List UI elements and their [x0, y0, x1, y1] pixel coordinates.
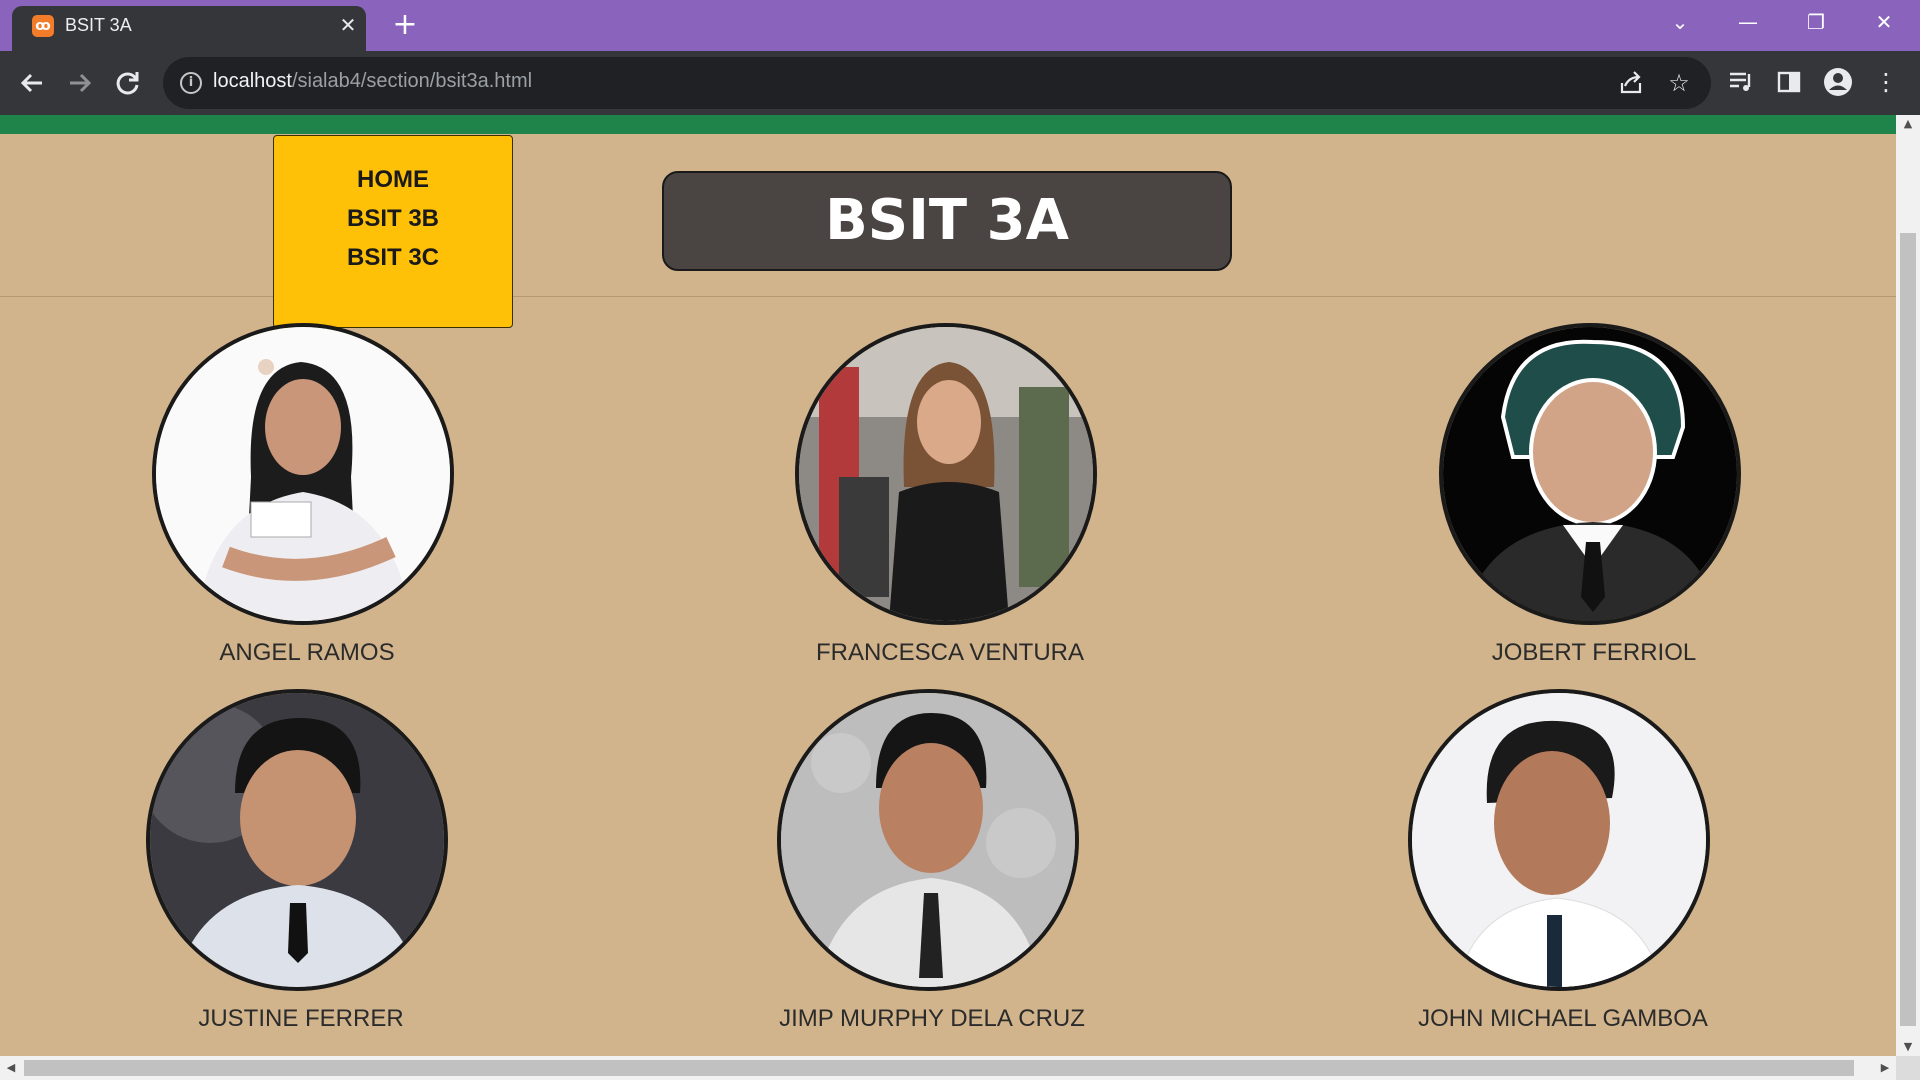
url-path: /sialab4/section/bsit3a.html — [291, 70, 533, 92]
new-tab-icon[interactable]: + — [389, 10, 421, 42]
student-photo — [146, 689, 448, 991]
student-photo — [1408, 689, 1710, 991]
student-name: ANGEL RAMOS — [219, 639, 395, 666]
forward-icon[interactable] — [62, 65, 98, 101]
student-name: FRANCESCA VENTURA — [815, 639, 1085, 666]
student-name: JUSTINE FERRER — [198, 1005, 404, 1032]
bookmark-star-icon[interactable]: ☆ — [1665, 69, 1693, 97]
vertical-scrollbar[interactable]: ▲ ▼ — [1896, 115, 1920, 1056]
window-close-icon[interactable]: ✕ — [1850, 0, 1918, 44]
site-info-icon[interactable]: i — [180, 72, 202, 94]
url-host: localhost — [213, 70, 292, 92]
section-nav-menu: HOME BSIT 3B BSIT 3C — [273, 135, 513, 328]
page-viewport: HOME BSIT 3B BSIT 3C BSIT 3A ANGEL RAMOS… — [0, 115, 1896, 1056]
close-tab-icon[interactable]: ✕ — [335, 12, 361, 38]
tab-search-icon[interactable]: ⌄ — [1646, 0, 1714, 44]
url-text[interactable]: localhost/sialab4/section/bsit3a.html — [213, 70, 532, 93]
nav-link-bsit-3b[interactable]: BSIT 3B — [274, 205, 512, 233]
page-title-box: BSIT 3A — [662, 171, 1232, 271]
side-panel-icon[interactable] — [1772, 65, 1806, 99]
browser-tab[interactable]: ꝏ BSIT 3A ✕ — [12, 6, 366, 51]
nav-link-bsit-3c[interactable]: BSIT 3C — [274, 244, 512, 272]
media-queue-icon[interactable] — [1724, 65, 1758, 99]
tab-title: BSIT 3A — [65, 15, 132, 35]
top-accent-bar — [0, 115, 1896, 134]
student-photo — [152, 323, 454, 625]
browser-toolbar: i localhost/sialab4/section/bsit3a.html … — [0, 51, 1920, 115]
tab-strip: ꝏ BSIT 3A ✕ + ⌄ — ❐ ✕ — [0, 0, 1920, 51]
profile-icon[interactable] — [1821, 65, 1855, 99]
horizontal-scroll-thumb[interactable] — [24, 1060, 1854, 1076]
horizontal-scrollbar[interactable]: ◀ ▶ — [0, 1056, 1896, 1080]
student-photo — [795, 323, 1097, 625]
share-icon[interactable] — [1617, 69, 1645, 97]
nav-link-home[interactable]: HOME — [274, 166, 512, 194]
scrollbar-corner — [1896, 1056, 1920, 1080]
reload-icon[interactable] — [110, 65, 146, 101]
student-name: JOBERT FERRIOL — [1491, 639, 1697, 666]
restore-icon[interactable]: ❐ — [1782, 0, 1850, 44]
student-name: JOHN MICHAEL GAMBOA — [1418, 1005, 1708, 1032]
address-bar[interactable]: i localhost/sialab4/section/bsit3a.html … — [163, 57, 1711, 109]
scroll-left-icon[interactable]: ◀ — [2, 1056, 20, 1080]
page-title: BSIT 3A — [825, 188, 1069, 253]
minimize-icon[interactable]: — — [1714, 0, 1782, 44]
scroll-right-icon[interactable]: ▶ — [1876, 1056, 1894, 1080]
student-photo — [1439, 323, 1741, 625]
vertical-scroll-thumb[interactable] — [1900, 233, 1916, 1026]
back-icon[interactable] — [14, 65, 50, 101]
scroll-up-icon[interactable]: ▲ — [1896, 115, 1920, 133]
menu-kebab-icon[interactable]: ⋮ — [1869, 65, 1903, 99]
student-photo — [777, 689, 1079, 991]
xampp-icon: ꝏ — [32, 15, 54, 37]
student-name: JIMP MURPHY DELA CRUZ — [779, 1005, 1085, 1032]
scroll-down-icon[interactable]: ▼ — [1896, 1038, 1920, 1056]
